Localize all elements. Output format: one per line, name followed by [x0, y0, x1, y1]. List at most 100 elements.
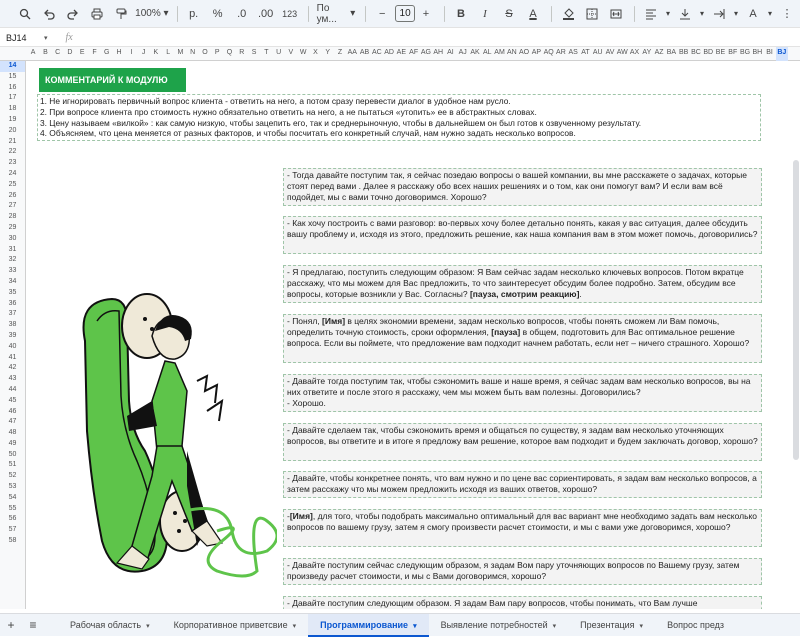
row-header-cell[interactable]: 51	[0, 460, 25, 471]
row-header-cell[interactable]: 27	[0, 201, 25, 212]
row-header-cell[interactable]: 26	[0, 191, 25, 202]
chevron-down-icon[interactable]: ▾	[413, 623, 417, 630]
chevron-down-icon[interactable]: ▾	[766, 3, 774, 25]
borders-icon[interactable]	[581, 3, 603, 25]
column-header-cell[interactable]: F	[88, 49, 100, 56]
row-header-cell[interactable]: 34	[0, 277, 25, 288]
font-size-input[interactable]: 10	[395, 5, 415, 22]
vertical-align-icon[interactable]	[674, 3, 696, 25]
column-header-cell[interactable]: C	[52, 49, 64, 56]
chevron-down-icon[interactable]: ▾	[640, 623, 644, 630]
chevron-down-icon[interactable]: ▾	[698, 3, 706, 25]
tab-programming[interactable]: Программирование ▾	[308, 613, 429, 637]
chevron-down-icon[interactable]: ▾	[293, 623, 297, 630]
font-select[interactable]: По ум... ▾	[314, 3, 359, 25]
row-header-cell[interactable]: 46	[0, 407, 25, 418]
column-header-cell[interactable]: AN	[506, 49, 518, 56]
row-header-cell[interactable]: 29	[0, 223, 25, 234]
column-header-cell[interactable]: AM	[493, 49, 505, 56]
tab-corporate-greeting[interactable]: Корпоративное приветсвие ▾	[162, 614, 309, 637]
column-header-cell[interactable]: AR	[555, 49, 567, 56]
column-header-cell[interactable]: X	[309, 49, 321, 56]
column-header-cell[interactable]: K	[150, 49, 162, 56]
row-header-cell[interactable]: 57	[0, 525, 25, 536]
row-header-cell[interactable]: 50	[0, 450, 25, 461]
fill-color-icon[interactable]	[557, 3, 579, 25]
name-box[interactable]: BJ14	[0, 33, 44, 43]
column-header-cell[interactable]: Q	[223, 49, 235, 56]
row-header-cell[interactable]: 16	[0, 83, 25, 94]
add-sheet-button[interactable]: +	[0, 618, 22, 632]
print-icon[interactable]	[86, 3, 108, 25]
chevron-down-icon[interactable]: ▾	[732, 3, 740, 25]
column-header-cell[interactable]: BA	[665, 49, 677, 56]
decrease-decimals-button[interactable]: .0	[231, 3, 253, 25]
column-header-cell[interactable]: D	[64, 49, 76, 56]
column-header-cell[interactable]: N	[187, 49, 199, 56]
sheet-grid[interactable]: КОММЕНТАРИЙ К МОДУЛЮ 1. Не игнорировать …	[27, 61, 789, 609]
row-header-cell[interactable]: 35	[0, 288, 25, 299]
row-header-cell[interactable]: 32	[0, 255, 25, 266]
vertical-scrollbar-thumb[interactable]	[793, 160, 799, 460]
row-header-cell[interactable]: 28	[0, 212, 25, 223]
row-header-cell[interactable]: 15	[0, 72, 25, 83]
increase-decimals-button[interactable]: .00	[255, 3, 277, 25]
column-header-cell[interactable]: BC	[690, 49, 702, 56]
row-header-cell[interactable]: 48	[0, 428, 25, 439]
row-header-cell[interactable]: 47	[0, 417, 25, 428]
formula-input[interactable]	[81, 31, 800, 45]
column-header-cell[interactable]: Z	[334, 49, 346, 56]
column-header-cell[interactable]: U	[272, 49, 284, 56]
row-header-cell[interactable]: 42	[0, 363, 25, 374]
column-header-cell[interactable]: V	[285, 49, 297, 56]
column-header-cell[interactable]: M	[174, 49, 186, 56]
column-header-cell[interactable]: AD	[383, 49, 395, 56]
column-header-cell[interactable]: BB	[678, 49, 690, 56]
zoom-select[interactable]: 100% ▾	[134, 3, 170, 25]
column-header-cell[interactable]: A	[27, 49, 39, 56]
tab-workspace[interactable]: Рабочая область ▾	[58, 614, 162, 637]
column-header-cell[interactable]: AL	[481, 49, 493, 56]
row-header-cell[interactable]: 14	[0, 61, 25, 72]
tab-pre-question[interactable]: Вопрос предз	[655, 614, 724, 637]
column-header-cell[interactable]: H	[113, 49, 125, 56]
italic-button[interactable]: I	[474, 3, 496, 25]
row-header-cell[interactable]: 36	[0, 299, 25, 310]
column-header-cell[interactable]: AO	[518, 49, 530, 56]
column-header-cell[interactable]: S	[248, 49, 260, 56]
row-header-cell[interactable]: 53	[0, 482, 25, 493]
column-header-cell[interactable]: BG	[739, 49, 751, 56]
column-header-cell[interactable]: BI	[763, 49, 775, 56]
tab-presentation[interactable]: Презентация ▾	[568, 614, 655, 637]
row-header-cell[interactable]: 21	[0, 137, 25, 148]
row-header-cell[interactable]: 18	[0, 104, 25, 115]
chevron-down-icon[interactable]: ▾	[664, 3, 672, 25]
column-header-cell[interactable]: G	[101, 49, 113, 56]
row-header-cell[interactable]: 33	[0, 266, 25, 277]
column-header-cell[interactable]: AW	[616, 49, 628, 56]
row-header-cell[interactable]: 23	[0, 158, 25, 169]
column-header-cell[interactable]: AF	[408, 49, 420, 56]
bold-button[interactable]: B	[450, 3, 472, 25]
column-header-cell[interactable]: E	[76, 49, 88, 56]
column-header-cell[interactable]: BE	[714, 49, 726, 56]
strikethrough-button[interactable]: S	[498, 3, 520, 25]
column-header-cell[interactable]: AI	[444, 49, 456, 56]
row-header-cell[interactable]: 22	[0, 147, 25, 158]
row-header-cell[interactable]: 56	[0, 514, 25, 525]
paint-format-icon[interactable]	[110, 3, 132, 25]
row-header-cell[interactable]: 31	[0, 245, 25, 256]
text-rotation-icon[interactable]: A	[742, 3, 764, 25]
font-size-increase-button[interactable]: +	[415, 3, 437, 25]
more-options-icon[interactable]: ⋮	[776, 3, 798, 25]
percent-format-button[interactable]: %	[207, 3, 229, 25]
horizontal-align-icon[interactable]	[640, 3, 662, 25]
text-color-button[interactable]: A	[522, 3, 544, 25]
select-all-corner[interactable]	[0, 47, 26, 61]
all-sheets-button[interactable]: ≡	[22, 618, 44, 632]
row-header-cell[interactable]: 20	[0, 126, 25, 137]
column-header-cell[interactable]: J	[137, 49, 149, 56]
column-header-cell[interactable]: BH	[751, 49, 763, 56]
row-header-cell[interactable]: 17	[0, 93, 25, 104]
text-wrap-icon[interactable]	[708, 3, 730, 25]
